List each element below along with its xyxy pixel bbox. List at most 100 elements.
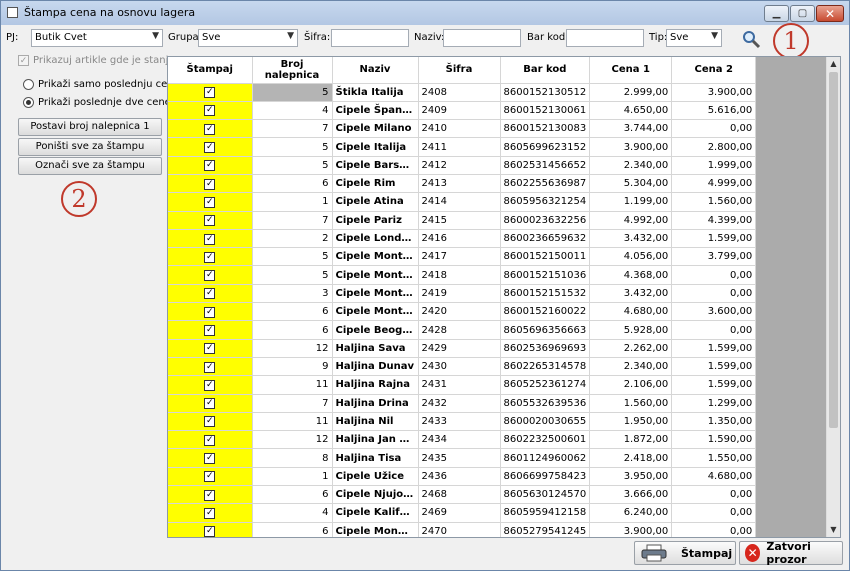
print-checkbox-cell[interactable]: ✓ [168,357,253,377]
print-checkbox-cell[interactable]: ✓ [168,174,253,194]
col-header-naziv[interactable]: Naziv [332,57,419,84]
checkbox-checked-icon[interactable]: ✓ [204,325,216,336]
label-count-cell[interactable]: 6 [252,174,333,194]
table-row[interactable]: ✓ 12 Haljina Jan C... 2434 8602232500601 1.87… [168,430,757,450]
label-count-cell[interactable]: 7 [252,119,333,139]
print-checkbox-cell[interactable]: ✓ [168,265,253,285]
checkbox-checked-icon[interactable]: ✓ [204,160,216,172]
maximize-button[interactable]: ▢ [790,5,815,22]
print-checkbox-cell[interactable]: ✓ [168,229,253,249]
label-count-cell[interactable]: 8 [252,448,333,468]
print-checkbox-cell[interactable]: ✓ [168,156,253,175]
uncheck-all-button[interactable]: Poništi sve za štampu [18,138,162,156]
print-checkbox-cell[interactable]: ✓ [168,119,253,139]
checkbox-checked-icon[interactable]: ✓ [204,270,216,282]
print-checkbox-cell[interactable]: ✓ [168,137,253,157]
print-button[interactable]: Štampaj [634,541,736,565]
table-row[interactable]: ✓ 11 Haljina Rajna 2431 8605252361274 2.106,0… [168,375,757,395]
print-checkbox-cell[interactable]: ✓ [168,412,253,432]
pj-select[interactable]: Butik Cvet ▼ [31,29,163,47]
checkbox-checked-icon[interactable]: ✓ [204,87,216,99]
checkbox-checked-icon[interactable]: ✓ [204,379,216,391]
checkbox-checked-icon[interactable]: ✓ [204,215,216,227]
naziv-input[interactable] [443,29,521,47]
print-checkbox-cell[interactable]: ✓ [168,320,253,340]
label-count-cell[interactable]: 7 [252,394,333,413]
label-count-cell[interactable]: 3 [252,284,333,304]
checkbox-checked-icon[interactable]: ✓ [204,178,216,190]
print-checkbox-cell[interactable]: ✓ [168,375,253,395]
barkod-input[interactable] [566,29,644,47]
table-row[interactable]: ✓ 7 Haljina Drina 2432 8605532639536 1.560,00… [168,394,757,413]
label-count-cell[interactable]: 6 [252,485,333,505]
print-checkbox-cell[interactable]: ✓ [168,448,253,468]
checkbox-checked-icon[interactable]: ✓ [204,526,216,537]
table-row[interactable]: ✓ 4 Cipele Kalifor... 2469 8605959412158 6.24… [168,503,757,523]
print-checkbox-cell[interactable]: ✓ [168,485,253,505]
label-count-cell[interactable]: 12 [252,430,333,450]
checkbox-checked-icon[interactable]: ✓ [204,288,216,300]
checkbox-checked-icon[interactable]: ✓ [204,105,216,117]
search-icon[interactable] [741,29,761,49]
print-checkbox-cell[interactable]: ✓ [168,247,253,267]
col-header-cena1[interactable]: Cena 1 [589,57,673,84]
label-count-cell[interactable]: 5 [252,83,333,102]
table-row[interactable]: ✓ 5Cipele Barselo...241286025314566522.34… [168,156,757,175]
radio-last-price[interactable]: Prikaži samo poslednju cenu [23,79,180,90]
table-row[interactable]: ✓ 9 Haljina Dunav 2430 8602265314578 2.340,00… [168,357,757,377]
table-row[interactable]: ✓ 1 Cipele Atina 2414 8605956321254 1.199,00 1… [168,192,757,212]
checkbox-checked-icon[interactable]: ✓ [204,123,216,135]
label-count-cell[interactable]: 11 [252,375,333,395]
label-count-cell[interactable]: 12 [252,339,333,358]
label-count-cell[interactable]: 5 [252,137,333,157]
print-checkbox-cell[interactable]: ✓ [168,339,253,358]
set-label-count-button[interactable]: Postavi broj nalepnica 1 [18,118,162,136]
label-count-cell[interactable]: 1 [252,192,333,212]
col-header-barkod[interactable]: Bar kod [500,57,591,84]
check-all-button[interactable]: Označi sve za štampu [18,157,162,175]
table-row[interactable]: ✓ 6 Cipele Rim 2413 8602255636987 5.304,00 4.9… [168,174,757,194]
scroll-thumb[interactable] [829,72,838,428]
checkbox-checked-icon[interactable]: ✓ [204,361,216,373]
tip-select[interactable]: Sve ▼ [666,29,722,47]
checkbox-checked-icon[interactable]: ✓ [204,251,216,263]
label-count-cell[interactable]: 2 [252,229,333,249]
label-count-cell[interactable]: 5 [252,265,333,285]
table-row[interactable]: ✓ 1 Cipele Užice 2436 8606699758423 3.950,00 4… [168,467,757,487]
table-row[interactable]: ✓ 4 Cipele Španija 2409 8600152130061 4.650,0… [168,101,757,121]
table-row[interactable]: ✓ 6 Cipele Monako 2470 8605279541245 3.900,00… [168,522,757,537]
label-count-cell[interactable]: 4 [252,101,333,121]
close-window-button[interactable]: ✕ [816,5,844,22]
table-row[interactable]: ✓ 5 Cipele Monte ... 2418 8600152151036 4.368… [168,265,757,285]
print-checkbox-cell[interactable]: ✓ [168,284,253,304]
label-count-cell[interactable]: 6 [252,320,333,340]
label-count-cell[interactable]: 6 [252,522,333,537]
table-row[interactable]: ✓ 6 Cipele Monte ... 2420 8600152160022 4.680… [168,302,757,322]
table-row[interactable]: ✓ 7 Cipele Milano 2410 8600152130083 3.744,00… [168,119,757,139]
checkbox-checked-icon[interactable]: ✓ [204,398,216,410]
minimize-button[interactable]: ▁ [764,5,789,22]
grupa-select[interactable]: Sve ▼ [198,29,298,47]
print-checkbox-cell[interactable]: ✓ [168,101,253,121]
checkbox-checked-icon[interactable]: ✓ [204,196,216,208]
print-checkbox-cell[interactable]: ✓ [168,83,253,102]
scroll-down-icon[interactable]: ▼ [827,523,840,537]
label-count-cell[interactable]: 4 [252,503,333,523]
label-count-cell[interactable]: 1 [252,467,333,487]
checkbox-checked-icon[interactable]: ✓ [204,489,216,501]
label-count-cell[interactable]: 9 [252,357,333,377]
table-row[interactable]: ✓ 5 Cipele Italija 2411 8605699623152 3.900,0… [168,137,757,157]
table-row[interactable]: ✓ 12 Haljina Sava 2429 8602536969693 2.262,00… [168,339,757,358]
table-row[interactable]: ✓ 11 Haljina Nil 2433 8600020030655 1.950,00 1… [168,412,757,432]
scroll-up-icon[interactable]: ▲ [827,57,840,71]
checkbox-checked-icon[interactable]: ✓ [204,416,216,428]
table-row[interactable]: ✓ 2 Cipele London 2416 8600236659632 3.432,00… [168,229,757,249]
label-count-cell[interactable]: 5 [252,156,333,175]
close-form-button[interactable]: ✕ Zatvori prozor [739,540,843,566]
table-row[interactable]: ✓ 6 Cipele Beograd 2428 8605696356663 5.928,0… [168,320,757,340]
checkbox-checked-icon[interactable]: ✓ [204,233,216,245]
print-checkbox-cell[interactable]: ✓ [168,467,253,487]
col-header-cena2[interactable]: Cena 2 [671,57,757,84]
checkbox-checked-icon[interactable]: ✓ [204,142,216,154]
table-row[interactable]: ✓ 5 Štikla Italija 2408 8600152130512 2.999,0… [168,83,757,102]
